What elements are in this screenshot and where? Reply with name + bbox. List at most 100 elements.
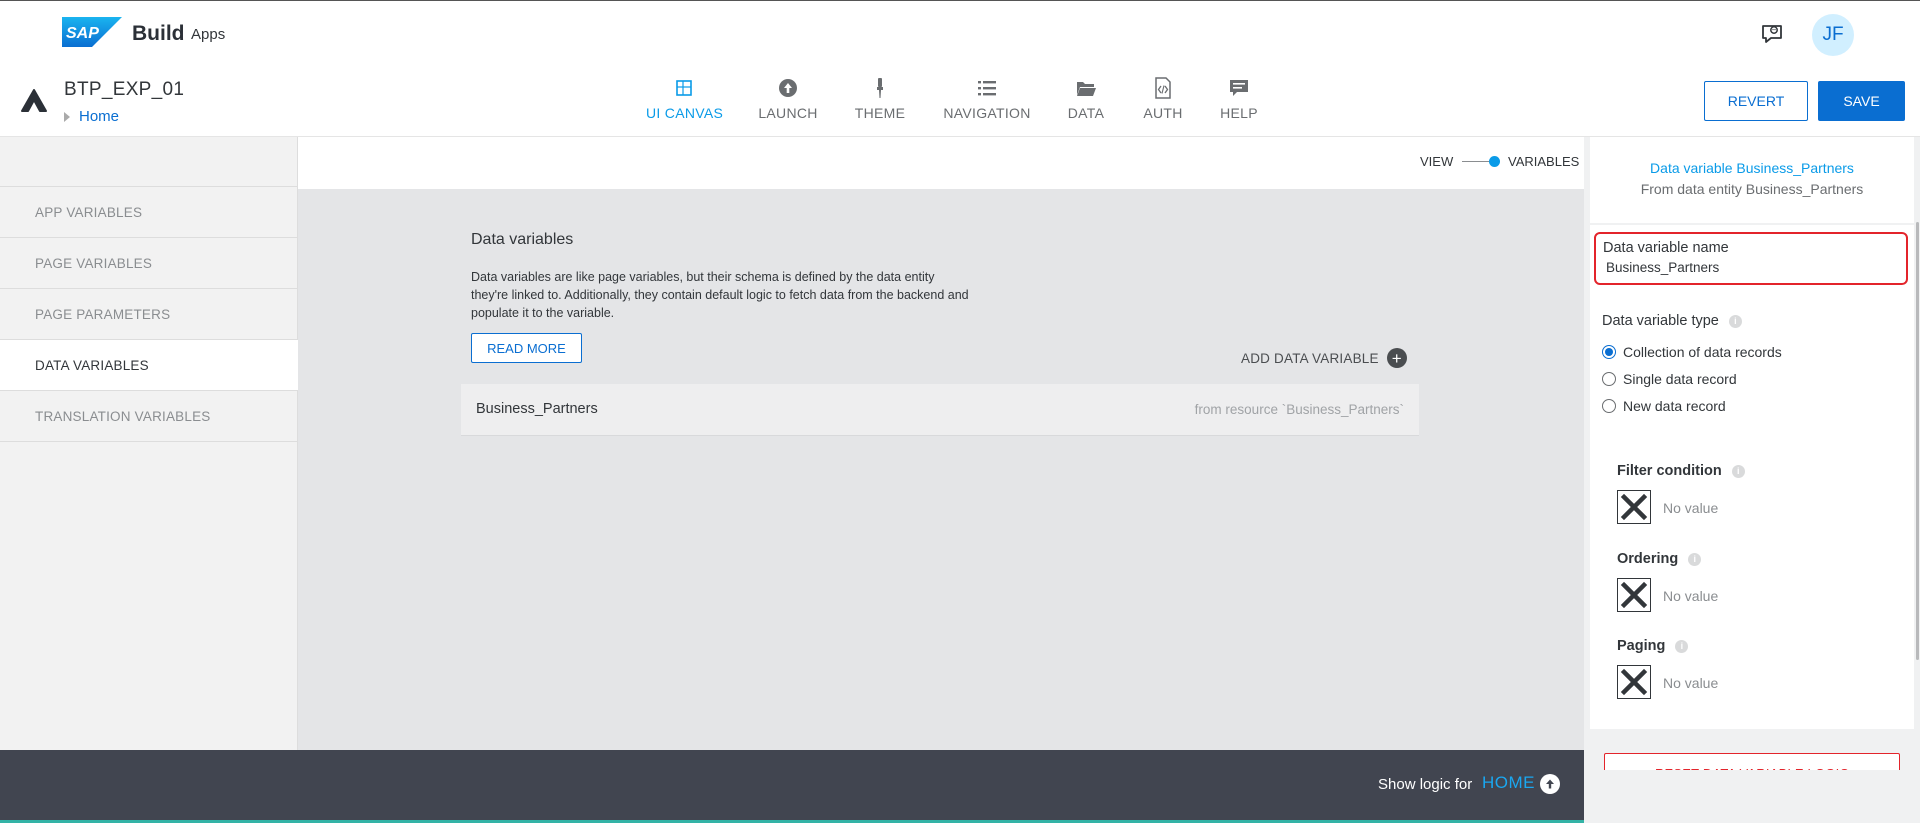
brand-apps: Apps [191, 26, 226, 43]
info-icon[interactable]: i [1728, 314, 1742, 328]
radio-new-record[interactable]: New data record [1602, 397, 1726, 415]
canvas-area: VIEW VARIABLES Data variables Data varia… [298, 137, 1584, 750]
nav-auth[interactable]: AUTH [1141, 77, 1185, 133]
project-name: BTP_EXP_01 [64, 79, 185, 100]
app-header: SAP Build Apps JF [0, 0, 1920, 67]
radio-label: New data record [1623, 398, 1726, 414]
data-variable-source: from resource `Business_Partners` [1194, 402, 1404, 417]
view-variables-toggle-track[interactable] [1462, 161, 1492, 162]
add-data-variable-button[interactable]: ADD DATA VARIABLE + [1241, 347, 1407, 369]
paging-text: Paging [1617, 638, 1666, 654]
view-toggle-label[interactable]: VIEW [1420, 154, 1453, 169]
variables-sidebar: APP VARIABLES PAGE VARIABLES PAGE PARAME… [0, 137, 298, 750]
project-logo-icon [21, 89, 47, 112]
panel-subtitle: From data entity Business_Partners [1640, 181, 1864, 197]
nav-label: AUTH [1143, 105, 1183, 121]
nav-label: UI CANVAS [646, 105, 724, 121]
data-variable-name-field[interactable]: Data variable name Business_Partners [1594, 232, 1908, 285]
breadcrumb-home[interactable]: Home [79, 108, 119, 125]
sidebar-item-data-variables[interactable]: DATA VARIABLES [0, 340, 298, 391]
revert-button[interactable]: REVERT [1704, 81, 1808, 121]
nav-launch[interactable]: LAUNCH [756, 77, 820, 133]
section-description: Data variables are like page variables, … [471, 270, 969, 320]
sap-logo: SAP [62, 17, 122, 47]
radio-label: Single data record [1623, 371, 1737, 387]
logic-bar: Show logic for HOME [0, 750, 1584, 820]
variable-category-list: APP VARIABLES PAGE VARIABLES PAGE PARAME… [0, 186, 298, 442]
project-bar: BTP_EXP_01 Home UI CANVAS LAUNCH THEME N… [0, 67, 1920, 137]
nav-label: THEME [854, 105, 906, 121]
nav-ui-canvas[interactable]: UI CANVAS [646, 77, 724, 133]
type-label-text: Data variable type [1602, 313, 1719, 329]
paging-label: Paging i [1617, 638, 1689, 654]
nav-navigation[interactable]: NAVIGATION [940, 77, 1034, 133]
plus-icon: + [1386, 348, 1407, 368]
nav-data[interactable]: DATA [1066, 77, 1106, 133]
ordering-no-value: No value [1663, 588, 1719, 604]
brand-build: Build [132, 22, 185, 45]
feedback-chat-icon[interactable] [1760, 22, 1784, 46]
paging-no-value: No value [1663, 675, 1719, 691]
info-icon[interactable]: i [1731, 464, 1745, 478]
nav-help[interactable]: HELP [1219, 77, 1259, 133]
ordering-label: Ordering i [1617, 551, 1702, 567]
expand-up-icon[interactable] [1540, 774, 1560, 794]
sidebar-item-app-variables[interactable]: APP VARIABLES [0, 187, 298, 238]
panel-header: Data variable Business_Partners From dat… [1590, 137, 1914, 223]
panel-scrollbar[interactable] [1916, 222, 1919, 660]
sidebar-item-page-variables[interactable]: PAGE VARIABLES [0, 238, 298, 289]
nav-theme[interactable]: THEME [853, 77, 907, 133]
nav-label: DATA [1067, 105, 1105, 121]
info-icon[interactable]: i [1688, 552, 1702, 566]
close-icon [1620, 668, 1648, 696]
folder-icon [1077, 82, 1096, 96]
paging-binding[interactable] [1617, 665, 1651, 699]
variables-toggle-label[interactable]: VARIABLES [1508, 154, 1579, 169]
ordering-binding[interactable] [1617, 578, 1651, 612]
svg-text:SAP: SAP [66, 25, 99, 42]
nav-label: LAUNCH [758, 105, 818, 121]
sidebar-item-translation-variables[interactable]: TRANSLATION VARIABLES [0, 391, 298, 442]
data-variable-name: Business_Partners [476, 401, 598, 417]
sidebar-item-page-parameters[interactable]: PAGE PARAMETERS [0, 289, 298, 340]
breadcrumb-arrow-icon [64, 112, 70, 122]
info-icon[interactable]: i [1675, 639, 1689, 653]
filter-condition-label: Filter condition i [1617, 463, 1745, 479]
canvas-toolbar: VIEW VARIABLES [298, 137, 1584, 189]
user-avatar[interactable]: JF [1812, 14, 1854, 56]
properties-panel: Data variable Business_Partners From dat… [1584, 137, 1920, 823]
filter-no-value: No value [1663, 500, 1719, 516]
type-label: Data variable type i [1602, 313, 1742, 329]
radio-circle [1602, 345, 1616, 359]
list-icon [978, 81, 996, 96]
panel-footer [1584, 770, 1920, 823]
radio-circle [1602, 399, 1616, 413]
logic-bar-prefix: Show logic for [1378, 776, 1473, 793]
logic-bar-target[interactable]: HOME [1482, 773, 1535, 793]
nav-label: NAVIGATION [943, 105, 1031, 121]
brush-icon [877, 78, 883, 98]
view-variables-toggle[interactable] [1489, 156, 1500, 167]
radio-label: Collection of data records [1623, 344, 1782, 360]
add-data-variable-label: ADD DATA VARIABLE [1241, 350, 1379, 366]
upload-icon [779, 79, 797, 97]
code-file-icon [1155, 77, 1171, 99]
filter-condition-binding[interactable] [1617, 490, 1651, 524]
filter-condition-text: Filter condition [1617, 463, 1722, 479]
close-icon [1620, 493, 1648, 521]
panel-title: Data variable Business_Partners [1650, 160, 1854, 176]
canvas-icon [675, 80, 692, 96]
chat-icon [1230, 80, 1248, 96]
name-field-label: Data variable name [1603, 240, 1729, 256]
section-title: Data variables [471, 231, 574, 248]
close-icon [1620, 581, 1648, 609]
radio-single-record[interactable]: Single data record [1602, 370, 1737, 388]
name-field-value[interactable]: Business_Partners [1606, 260, 1719, 275]
radio-collection[interactable]: Collection of data records [1602, 343, 1782, 361]
nav-label: HELP [1220, 105, 1258, 121]
radio-circle [1602, 372, 1616, 386]
data-variable-row[interactable]: Business_Partners from resource `Busines… [461, 384, 1419, 436]
save-button[interactable]: SAVE [1818, 81, 1905, 121]
ordering-text: Ordering [1617, 551, 1679, 567]
read-more-button[interactable]: READ MORE [471, 333, 582, 363]
